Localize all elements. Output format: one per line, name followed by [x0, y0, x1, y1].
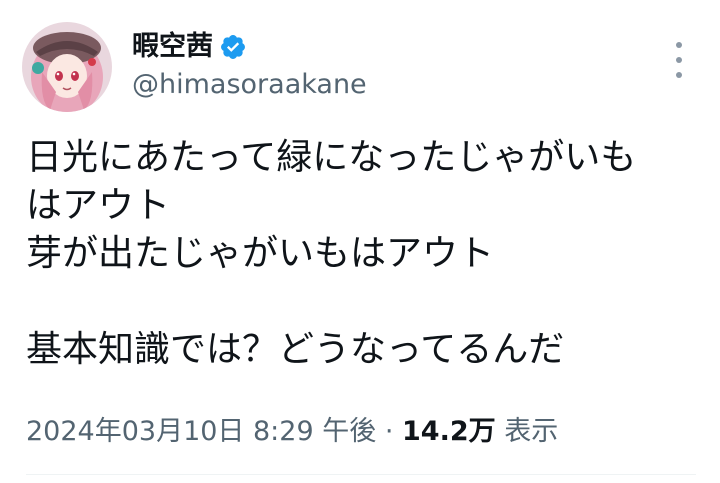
tweet-text: 日光にあたって緑になったじゃがいも はアウト 芽が出たじゃがいもはアウト 基本知…	[26, 134, 696, 374]
more-dot	[676, 57, 682, 63]
meta-separator: ·	[384, 416, 394, 447]
tweet-meta: 2024年03月10日 8:29 午後 · 14.2万 表示	[26, 414, 558, 450]
user-handle[interactable]: @himasoraakane	[132, 68, 367, 102]
tweet-timestamp[interactable]: 2024年03月10日 8:29 午後	[26, 416, 376, 447]
tweet-card: 暇空茜 @himasoraakane 日光にあたって緑になったじゃがいも はアウ…	[0, 0, 720, 483]
tweet-text-line: 日光にあたって緑になったじゃがいも	[26, 137, 637, 178]
tweet-text-line: 芽が出たじゃがいもはアウト	[26, 233, 495, 274]
tweet-text-line: 基本知識では？どうなってるんだ	[26, 329, 565, 370]
avatar[interactable]	[22, 22, 112, 112]
more-dot	[676, 72, 682, 78]
tweet-text-line: はアウト	[26, 185, 171, 226]
avatar-image	[22, 22, 112, 112]
more-dot	[676, 42, 682, 48]
divider	[26, 474, 696, 475]
more-options-icon[interactable]	[668, 42, 690, 78]
display-name[interactable]: 暇空茜	[132, 30, 213, 64]
views-label: 表示	[504, 416, 559, 447]
verified-badge-icon	[219, 33, 247, 61]
user-name-row: 暇空茜	[132, 30, 247, 64]
views-count: 14.2万	[402, 416, 496, 447]
tweet-text-line	[26, 278, 696, 326]
